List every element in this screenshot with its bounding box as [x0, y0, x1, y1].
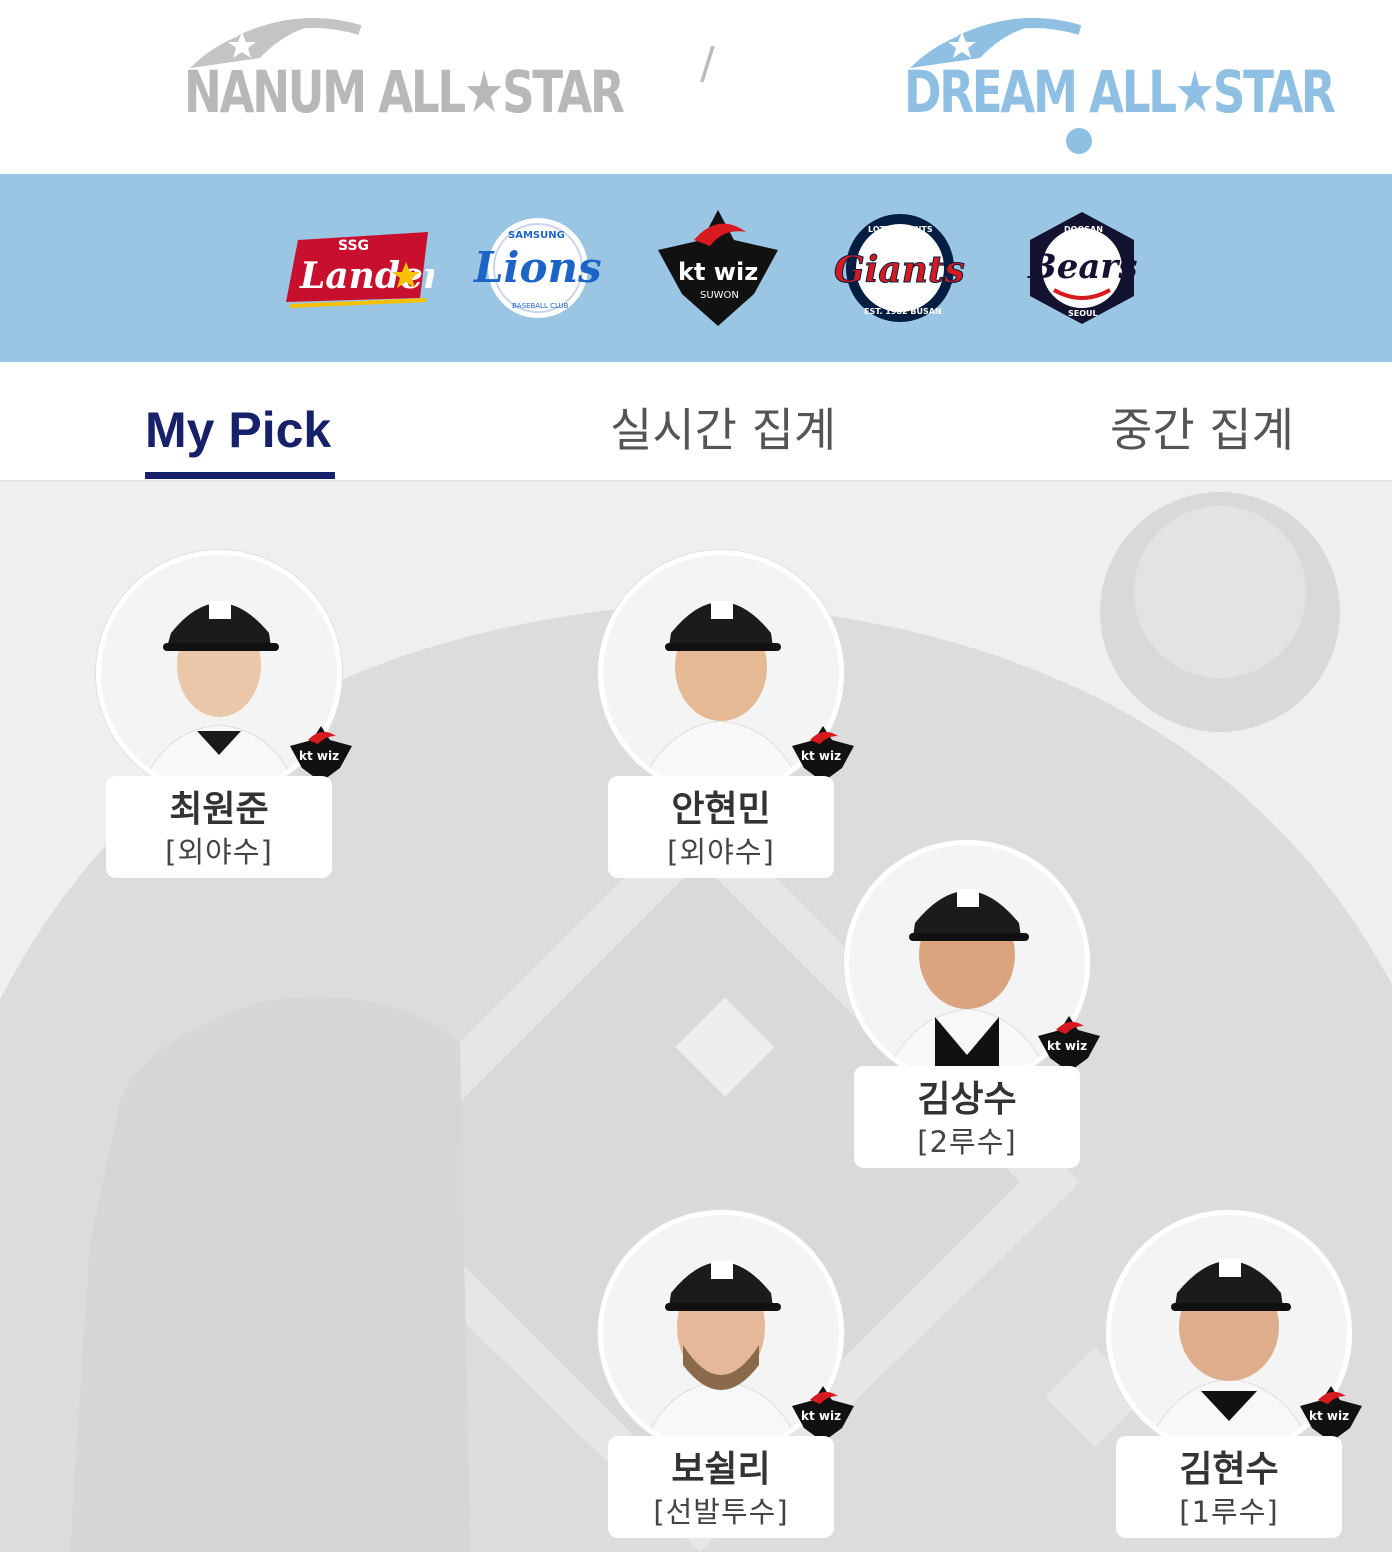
player-position: [외야수] [667, 835, 775, 869]
player-nameplate: 보쉴리 [선발투수] [608, 1436, 834, 1538]
svg-text:kt wiz: kt wiz [1047, 1039, 1087, 1053]
kt-wiz-badge-icon: kt wiz [792, 726, 854, 782]
kt-wiz-badge-icon: kt wiz [792, 1386, 854, 1442]
kt-wiz-badge-icon: kt wiz [1300, 1386, 1362, 1442]
player-name: 보쉴리 [671, 1449, 771, 1490]
kt-wiz-badge-icon: kt wiz [290, 726, 352, 782]
active-tab-underline [145, 472, 335, 479]
team-logo-doosan-bears[interactable]: DOOSAN Bears SEOUL [1024, 210, 1140, 326]
league-separator: / [700, 38, 715, 89]
league-switch: NANUM ALL★STAR / DREAM ALL★STAR [0, 0, 1392, 174]
player-nameplate: 김상수 [2루수] [854, 1066, 1080, 1168]
player-name: 김상수 [917, 1079, 1017, 1120]
player-nameplate: 최원준 [외야수] [106, 776, 332, 878]
svg-text:BASEBALL CLUB: BASEBALL CLUB [512, 302, 569, 310]
player-position: [2루수] [917, 1125, 1017, 1159]
tab-realtime-tally[interactable]: 실시간 집계 [610, 400, 836, 460]
nanum-allstar-tab[interactable]: NANUM ALL★STAR [180, 18, 625, 158]
team-logo-samsung-lions[interactable]: SAMSUNG Lions BASEBALL CLUB [470, 210, 606, 326]
svg-text:Giants: Giants [834, 249, 965, 291]
player-card[interactable]: kt wiz 보쉴리 [선발투수] [598, 1210, 854, 1550]
nanum-allstar-label: NANUM ALL★STAR [184, 58, 625, 126]
player-name: 최원준 [169, 789, 269, 830]
kt-wiz-badge-icon: kt wiz [1038, 1016, 1100, 1072]
dream-allstar-tab[interactable]: DREAM ALL★STAR [900, 18, 1336, 158]
svg-text:EST. 1982 BUSAN: EST. 1982 BUSAN [864, 307, 942, 316]
svg-text:kt wiz: kt wiz [678, 258, 758, 286]
player-card[interactable]: kt wiz 안현민 [외야수] [598, 550, 854, 890]
team-filter-strip: SSG Landers SAMSUNG Lions BASEBALL CLUB … [0, 174, 1392, 362]
field-lineup: kt wiz 최원준 [외야수] kt wiz 안현민 [외야수] kt wiz… [0, 482, 1392, 1552]
active-league-indicator [1066, 128, 1092, 154]
tab-interim-tally[interactable]: 중간 집계 [1110, 400, 1294, 460]
player-card[interactable]: kt wiz 최원준 [외야수] [96, 550, 352, 890]
svg-text:SAMSUNG: SAMSUNG [508, 230, 565, 241]
svg-text:LOTTE GIANTS: LOTTE GIANTS [868, 225, 933, 234]
player-name: 안현민 [671, 789, 771, 830]
tab-my-pick[interactable]: My Pick [145, 400, 331, 460]
player-nameplate: 김현수 [1루수] [1116, 1436, 1342, 1538]
player-card[interactable]: kt wiz 김상수 [2루수] [844, 840, 1100, 1180]
svg-text:DOOSAN: DOOSAN [1064, 225, 1103, 234]
player-position: [외야수] [165, 835, 273, 869]
svg-text:SUWON: SUWON [700, 290, 739, 301]
player-position: [선발투수] [653, 1495, 789, 1529]
svg-text:SSG: SSG [338, 238, 369, 254]
player-nameplate: 안현민 [외야수] [608, 776, 834, 878]
svg-text:kt wiz: kt wiz [801, 1409, 841, 1423]
team-logo-ssg-landers[interactable]: SSG Landers [278, 210, 434, 326]
team-logo-lotte-giants[interactable]: LOTTE GIANTS Giants EST. 1982 BUSAN [832, 210, 968, 326]
svg-text:kt wiz: kt wiz [1309, 1409, 1349, 1423]
view-tabs: My Pick 실시간 집계 중간 집계 [0, 362, 1392, 482]
svg-text:Bears: Bears [1027, 247, 1137, 287]
svg-text:Lions: Lions [473, 243, 602, 292]
player-position: [1루수] [1179, 1495, 1279, 1529]
player-name: 김현수 [1179, 1449, 1279, 1490]
team-logo-kt-wiz[interactable]: kt wiz SUWON [654, 210, 782, 326]
svg-text:kt wiz: kt wiz [299, 749, 339, 763]
svg-text:kt wiz: kt wiz [801, 749, 841, 763]
svg-text:SEOUL: SEOUL [1068, 309, 1098, 318]
dream-allstar-label: DREAM ALL★STAR [904, 58, 1336, 126]
player-card[interactable]: kt wiz 김현수 [1루수] [1106, 1210, 1362, 1550]
